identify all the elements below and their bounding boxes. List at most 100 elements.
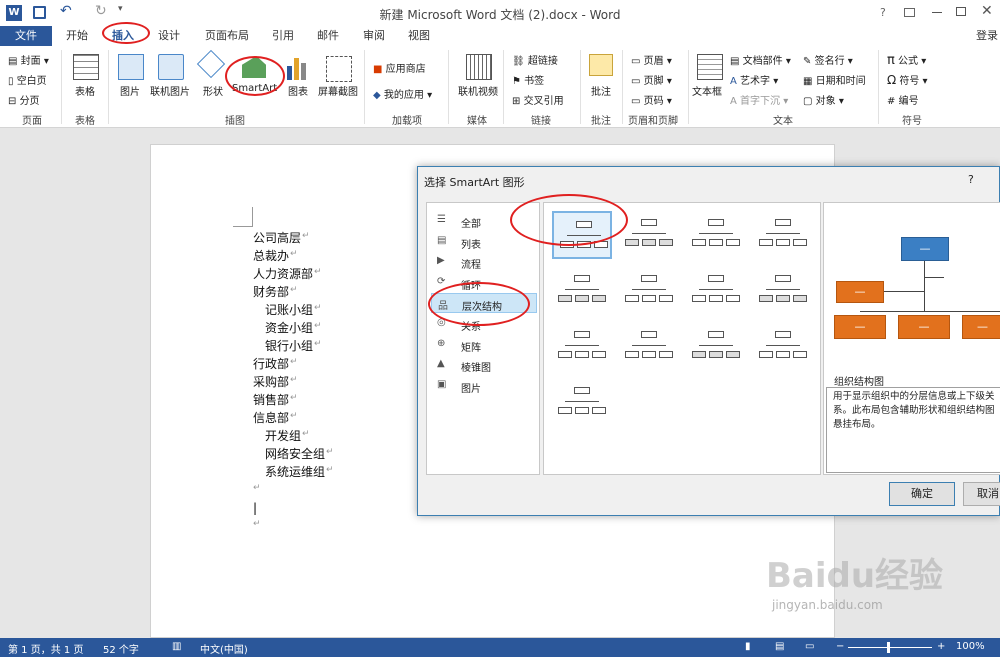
- document-line[interactable]: 网络安全组: [265, 445, 325, 462]
- web-layout-icon[interactable]: ▭: [805, 641, 814, 652]
- document-line[interactable]: 采购部: [253, 373, 289, 390]
- thumb-shape: [726, 351, 740, 358]
- document-line[interactable]: 信息部: [253, 409, 289, 426]
- datetime-button[interactable]: ▦ 日期和时间: [803, 72, 866, 87]
- page-count[interactable]: 第 1 页，共 1 页: [8, 641, 83, 656]
- login-link[interactable]: 登录: [976, 27, 998, 43]
- tab-design[interactable]: 设计: [158, 27, 180, 43]
- layout-thumbnail[interactable]: [753, 323, 813, 371]
- category-8[interactable]: ▣ 图片: [431, 376, 537, 396]
- online-picture-button[interactable]: 联机图片: [150, 83, 190, 98]
- chart-icon[interactable]: [287, 58, 307, 80]
- dropcap-button[interactable]: A 首字下沉 ▾: [730, 92, 788, 107]
- zoom-in-icon[interactable]: +: [937, 641, 945, 652]
- dialog-help-button[interactable]: ?: [968, 173, 974, 186]
- table-icon[interactable]: [73, 54, 99, 80]
- layout-thumbnail[interactable]: [753, 267, 813, 315]
- zoom-out-icon[interactable]: −: [836, 641, 844, 652]
- bookmark-button[interactable]: ⚑ 书签: [512, 72, 544, 87]
- layout-thumbnail[interactable]: [552, 379, 612, 427]
- document-line[interactable]: 销售部: [253, 391, 289, 408]
- read-mode-icon[interactable]: ▮: [745, 641, 751, 652]
- zoom-thumb[interactable]: [887, 642, 890, 653]
- layout-thumbnail[interactable]: [619, 211, 679, 259]
- document-line[interactable]: 行政部: [253, 355, 289, 372]
- document-line[interactable]: 记账小组: [265, 301, 313, 318]
- layout-thumbnail[interactable]: [619, 323, 679, 371]
- object-button[interactable]: ▢ 对象 ▾: [803, 92, 844, 107]
- layout-thumbnail[interactable]: [619, 267, 679, 315]
- online-video-icon[interactable]: [466, 54, 492, 80]
- wordart-button[interactable]: A 艺术字 ▾: [730, 72, 778, 87]
- layout-thumbnail[interactable]: [686, 323, 746, 371]
- picture-icon[interactable]: [118, 54, 144, 80]
- footer-button[interactable]: ▭ 页脚 ▾: [631, 72, 672, 87]
- zoom-level[interactable]: 100%: [956, 641, 985, 652]
- tab-home[interactable]: 开始: [66, 27, 88, 43]
- tab-view[interactable]: 视图: [408, 27, 430, 43]
- page-break-button[interactable]: ⊟ 分页: [8, 92, 40, 107]
- zoom-slider[interactable]: [848, 647, 932, 648]
- shapes-icon[interactable]: [196, 49, 226, 79]
- picture-button[interactable]: 图片: [120, 83, 140, 98]
- online-video-button[interactable]: 联机视频: [458, 83, 498, 98]
- category-2[interactable]: ▶ 流程: [431, 252, 537, 272]
- comment-icon[interactable]: [589, 54, 613, 76]
- shapes-button[interactable]: 形状: [203, 83, 223, 98]
- document-line[interactable]: 人力资源部: [253, 265, 313, 282]
- pagenum-button[interactable]: ▭ 页码 ▾: [631, 92, 672, 107]
- cancel-button[interactable]: 取消: [963, 482, 1000, 506]
- symbol-button[interactable]: Ω 符号 ▾: [887, 72, 928, 87]
- maximize-button[interactable]: [956, 7, 966, 16]
- comment-button[interactable]: 批注: [591, 83, 611, 98]
- category-6[interactable]: ⊕ 矩阵: [431, 335, 537, 355]
- smartart-dialog: 选择 SmartArt 图形 ? ☰ 全部 ▤ 列表 ▶ 流程 ⟳ 循环品层次结构 ◎ 关系 ⊕ 矩阵…: [417, 166, 1000, 516]
- equation-button[interactable]: π 公式 ▾: [887, 52, 926, 68]
- document-line[interactable]: 公司高层: [253, 229, 301, 246]
- hyperlink-button[interactable]: ⛓ 超链接: [512, 52, 558, 67]
- quickparts-button[interactable]: ▤ 文档部件 ▾: [730, 52, 791, 67]
- print-layout-icon[interactable]: ▤: [775, 641, 784, 652]
- store-button[interactable]: ■ 应用商店: [373, 60, 426, 75]
- category-7[interactable]: ▲ 棱锥图: [431, 355, 537, 375]
- close-button[interactable]: ✕: [981, 3, 993, 19]
- tab-layout[interactable]: 页面布局: [205, 27, 249, 43]
- tab-review[interactable]: 审阅: [363, 27, 385, 43]
- document-line[interactable]: 银行小组: [265, 337, 313, 354]
- preview-description: 用于显示组织中的分层信息或上下级关 系。此布局包含辅助形状和组织结构图 悬挂布局…: [826, 387, 1000, 473]
- layout-thumbnail[interactable]: [552, 267, 612, 315]
- ok-button[interactable]: 确定: [889, 482, 955, 506]
- textbox-icon[interactable]: [697, 54, 723, 80]
- document-line[interactable]: 开发组: [265, 427, 301, 444]
- layout-thumbnail[interactable]: [686, 211, 746, 259]
- layout-thumbnail[interactable]: [686, 267, 746, 315]
- document-line[interactable]: 系统运维组: [265, 463, 325, 480]
- tab-file[interactable]: 文件: [0, 26, 52, 46]
- table-button[interactable]: 表格: [75, 83, 95, 98]
- chart-button[interactable]: 图表: [288, 83, 308, 98]
- document-line[interactable]: 资金小组: [265, 319, 313, 336]
- signature-button[interactable]: ✎ 签名行 ▾: [803, 52, 853, 67]
- header-button[interactable]: ▭ 页眉 ▾: [631, 52, 672, 67]
- document-line[interactable]: 总裁办: [253, 247, 289, 264]
- crossref-button[interactable]: ⊞ 交叉引用: [512, 92, 564, 107]
- online-picture-icon[interactable]: [158, 54, 184, 80]
- tab-references[interactable]: 引用: [272, 27, 294, 43]
- minimize-button[interactable]: [932, 12, 942, 13]
- word-count[interactable]: 52 个字: [103, 641, 139, 656]
- screenshot-icon[interactable]: [326, 56, 352, 82]
- help-button[interactable]: ?: [880, 6, 886, 19]
- language[interactable]: 中文(中国): [200, 641, 248, 656]
- myapps-button[interactable]: ◆ 我的应用 ▾: [373, 86, 432, 101]
- tab-mailings[interactable]: 邮件: [317, 27, 339, 43]
- proofing-icon[interactable]: ▥: [172, 641, 181, 652]
- number-button[interactable]: # 编号: [887, 92, 919, 107]
- cover-page-button[interactable]: ▤ 封面 ▾: [8, 52, 49, 67]
- textbox-button[interactable]: 文本框: [692, 83, 722, 98]
- blank-page-button[interactable]: ▯ 空白页: [8, 72, 47, 87]
- document-line[interactable]: 财务部: [253, 283, 289, 300]
- ribbon-display-icon[interactable]: [904, 8, 915, 17]
- layout-thumbnail[interactable]: [753, 211, 813, 259]
- screenshot-button[interactable]: 屏幕截图: [318, 83, 358, 98]
- layout-thumbnail[interactable]: [552, 323, 612, 371]
